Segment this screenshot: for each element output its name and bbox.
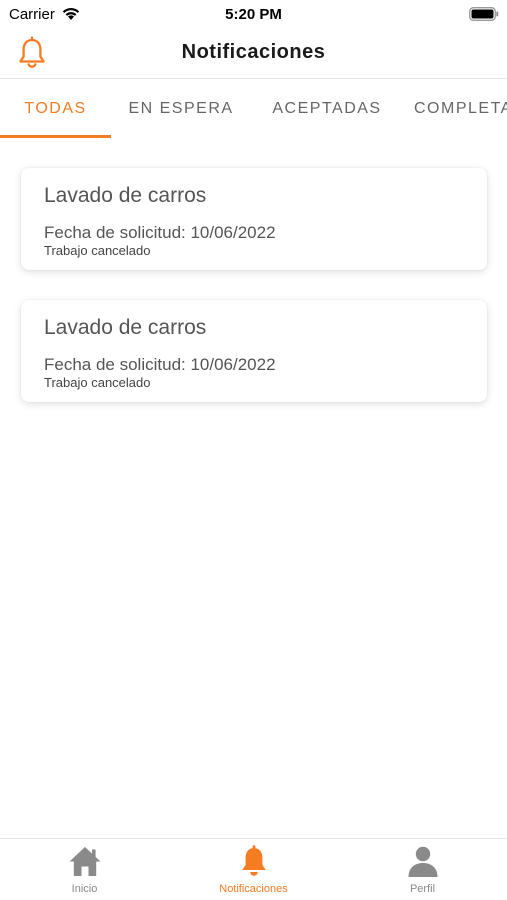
notification-status: Trabajo cancelado xyxy=(44,375,151,390)
nav-label-perfil: Perfil xyxy=(409,883,436,895)
clock: 5:20 PM xyxy=(225,6,282,23)
tab-aceptadas[interactable]: ACEPTADAS xyxy=(262,80,392,138)
nav-label-inicio: Inicio xyxy=(71,883,98,895)
user-icon xyxy=(408,846,437,877)
notification-title: Lavado de carros xyxy=(44,316,207,339)
notification-card[interactable]: Lavado de carros Fecha de solicitud: 10/… xyxy=(21,168,487,270)
home-icon xyxy=(69,847,100,876)
bottom-navigation: Inicio Notificaciones Perfil xyxy=(0,838,507,900)
notification-date: Fecha de solicitud: 10/06/2022 xyxy=(44,223,276,242)
status-bar: Carrier 5:20 PM xyxy=(0,0,507,30)
app-header: Notificaciones xyxy=(0,30,507,79)
active-tab-indicator xyxy=(0,135,111,138)
tab-en-espera[interactable]: EN ESPERA xyxy=(118,80,244,138)
nav-item-inicio[interactable]: Inicio xyxy=(0,839,169,900)
battery-icon xyxy=(469,7,499,21)
bell-icon xyxy=(241,845,266,876)
nav-item-perfil[interactable]: Perfil xyxy=(338,839,507,900)
notification-status: Trabajo cancelado xyxy=(44,243,151,258)
nav-item-notificaciones[interactable]: Notificaciones xyxy=(169,839,338,900)
notification-date: Fecha de solicitud: 10/06/2022 xyxy=(44,355,276,374)
tab-bar: TODAS EN ESPERA ACEPTADAS COMPLETADAS xyxy=(0,80,507,138)
notification-title: Lavado de carros xyxy=(44,184,207,207)
tab-todas[interactable]: TODAS xyxy=(0,80,111,138)
nav-label-notificaciones: Notificaciones xyxy=(219,883,288,895)
notification-card[interactable]: Lavado de carros Fecha de solicitud: 10/… xyxy=(21,300,487,402)
tab-completadas[interactable]: COMPLETADAS xyxy=(414,80,507,138)
page-title: Notificaciones xyxy=(181,41,326,63)
notification-list: Lavado de carros Fecha de solicitud: 10/… xyxy=(21,168,487,432)
